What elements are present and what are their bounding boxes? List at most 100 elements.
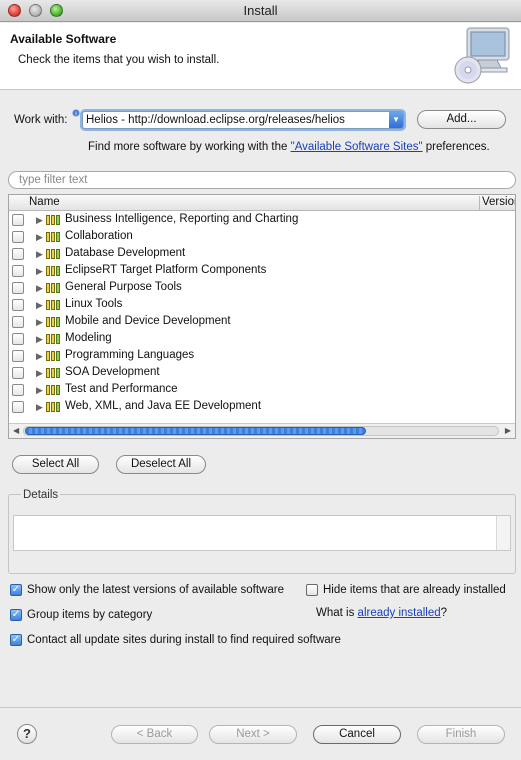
select-all-button[interactable]: Select All — [12, 455, 99, 474]
row-checkbox[interactable] — [12, 333, 24, 345]
expand-triangle-icon[interactable]: ▶ — [36, 299, 43, 311]
row-label: SOA Development — [65, 366, 160, 378]
show-latest-label: Show only the latest versions of availab… — [27, 584, 284, 596]
column-name-header[interactable]: Name — [29, 196, 60, 208]
category-icon — [46, 317, 62, 327]
info-icon: i — [72, 109, 80, 117]
row-label: Mobile and Device Development — [65, 315, 231, 327]
row-checkbox[interactable] — [12, 384, 24, 396]
help-icon[interactable]: ? — [17, 724, 37, 744]
cancel-button[interactable]: Cancel — [313, 725, 401, 744]
row-label: Database Development — [65, 247, 186, 259]
row-label: Web, XML, and Java EE Development — [65, 400, 262, 412]
expand-triangle-icon[interactable]: ▶ — [36, 350, 43, 362]
row-checkbox[interactable] — [12, 316, 24, 328]
close-window-button[interactable] — [8, 4, 21, 17]
row-checkbox[interactable] — [12, 248, 24, 260]
row-checkbox[interactable] — [12, 282, 24, 294]
row-label: Business Intelligence, Reporting and Cha… — [65, 213, 299, 225]
row-checkbox[interactable] — [12, 265, 24, 277]
tree-row[interactable]: ▶ General Purpose Tools — [9, 280, 515, 297]
row-checkbox[interactable] — [12, 401, 24, 413]
next-button[interactable]: Next > — [209, 725, 297, 744]
details-scrollbar[interactable] — [496, 516, 510, 550]
expand-triangle-icon[interactable]: ▶ — [36, 401, 43, 413]
wizard-banner: Available Software Check the items that … — [0, 23, 521, 90]
svg-text:i: i — [75, 112, 76, 118]
already-installed-link[interactable]: already installed — [358, 607, 441, 619]
what-is-text: What is — [316, 607, 358, 619]
expand-triangle-icon[interactable]: ▶ — [36, 282, 43, 294]
software-tree[interactable]: Name Version ▶ Business Intelligence, Rep… — [8, 194, 516, 439]
monitor-cd-icon — [454, 27, 510, 84]
category-icon — [46, 266, 62, 276]
tree-row[interactable]: ▶ SOA Development — [9, 365, 515, 382]
expand-triangle-icon[interactable]: ▶ — [36, 333, 43, 345]
group-by-category-checkbox[interactable]: ✓ — [10, 609, 22, 621]
add-site-button[interactable]: Add... — [417, 110, 506, 129]
scroll-track[interactable] — [23, 426, 499, 436]
dropdown-arrow-icon[interactable]: ▼ — [389, 112, 403, 128]
expand-triangle-icon[interactable]: ▶ — [36, 231, 43, 243]
tree-row[interactable]: ▶ Modeling — [9, 331, 515, 348]
expand-triangle-icon[interactable]: ▶ — [36, 248, 43, 260]
horizontal-scrollbar[interactable]: ◀ ▶ — [9, 423, 515, 438]
row-checkbox[interactable] — [12, 350, 24, 362]
row-checkbox[interactable] — [12, 231, 24, 243]
expand-triangle-icon[interactable]: ▶ — [36, 384, 43, 396]
hint-text-before: Find more software by working with the — [88, 141, 291, 153]
row-label: Collaboration — [65, 230, 133, 242]
show-latest-checkbox[interactable]: ✓ — [10, 584, 22, 596]
scroll-right-icon[interactable]: ▶ — [505, 426, 511, 435]
deselect-all-button[interactable]: Deselect All — [116, 455, 206, 474]
what-is-installed: What is already installed? — [316, 607, 447, 619]
row-checkbox[interactable] — [12, 214, 24, 226]
what-is-suffix: ? — [440, 607, 448, 619]
category-icon — [46, 249, 62, 259]
finish-button[interactable]: Finish — [417, 725, 505, 744]
filter-input[interactable]: type filter text — [8, 171, 516, 189]
row-label: EclipseRT Target Platform Components — [65, 264, 267, 276]
details-title: Details — [21, 489, 61, 501]
category-icon — [46, 368, 62, 378]
tree-row[interactable]: ▶ Linux Tools — [9, 297, 515, 314]
tree-row[interactable]: ▶ Database Development — [9, 246, 515, 263]
row-label: Programming Languages — [65, 349, 195, 361]
work-with-combo[interactable]: Helios - http://download.eclipse.org/rel… — [82, 111, 404, 129]
row-label: Modeling — [65, 332, 112, 344]
zoom-window-button[interactable] — [50, 4, 63, 17]
row-checkbox[interactable] — [12, 299, 24, 311]
tree-row[interactable]: ▶ Test and Performance — [9, 382, 515, 399]
back-button[interactable]: < Back — [111, 725, 198, 744]
scroll-thumb[interactable] — [25, 427, 367, 435]
row-label: Test and Performance — [65, 383, 178, 395]
hide-installed-label: Hide items that are already installed — [323, 584, 506, 596]
details-group: Details — [8, 489, 516, 574]
contact-all-sites-checkbox[interactable]: ✓ — [10, 634, 22, 646]
available-sites-hint: Find more software by working with the "… — [88, 141, 490, 153]
details-text-area[interactable] — [13, 515, 511, 551]
category-icon — [46, 283, 62, 293]
tree-row[interactable]: ▶ Collaboration — [9, 229, 515, 246]
tree-row[interactable]: ▶ Mobile and Device Development — [9, 314, 515, 331]
expand-triangle-icon[interactable]: ▶ — [36, 316, 43, 328]
tree-row[interactable]: ▶ EclipseRT Target Platform Components — [9, 263, 515, 280]
hint-text-after: preferences. — [422, 141, 490, 153]
tree-row[interactable]: ▶ Programming Languages — [9, 348, 515, 365]
scroll-left-icon[interactable]: ◀ — [13, 426, 19, 435]
hide-installed-checkbox[interactable] — [306, 584, 318, 596]
column-version-header[interactable]: Version — [479, 196, 515, 210]
group-by-category-label: Group items by category — [27, 609, 153, 621]
expand-triangle-icon[interactable]: ▶ — [36, 367, 43, 379]
footer-separator — [0, 707, 521, 708]
minimize-window-button[interactable] — [29, 4, 42, 17]
available-software-sites-link[interactable]: "Available Software Sites" — [291, 141, 423, 153]
work-with-value: Helios - http://download.eclipse.org/rel… — [86, 114, 345, 126]
tree-rows: ▶ Business Intelligence, Reporting and Ch… — [9, 212, 515, 416]
category-icon — [46, 351, 62, 361]
expand-triangle-icon[interactable]: ▶ — [36, 265, 43, 277]
tree-row[interactable]: ▶ Business Intelligence, Reporting and Ch… — [9, 212, 515, 229]
expand-triangle-icon[interactable]: ▶ — [36, 214, 43, 226]
tree-row[interactable]: ▶ Web, XML, and Java EE Development — [9, 399, 515, 416]
row-checkbox[interactable] — [12, 367, 24, 379]
